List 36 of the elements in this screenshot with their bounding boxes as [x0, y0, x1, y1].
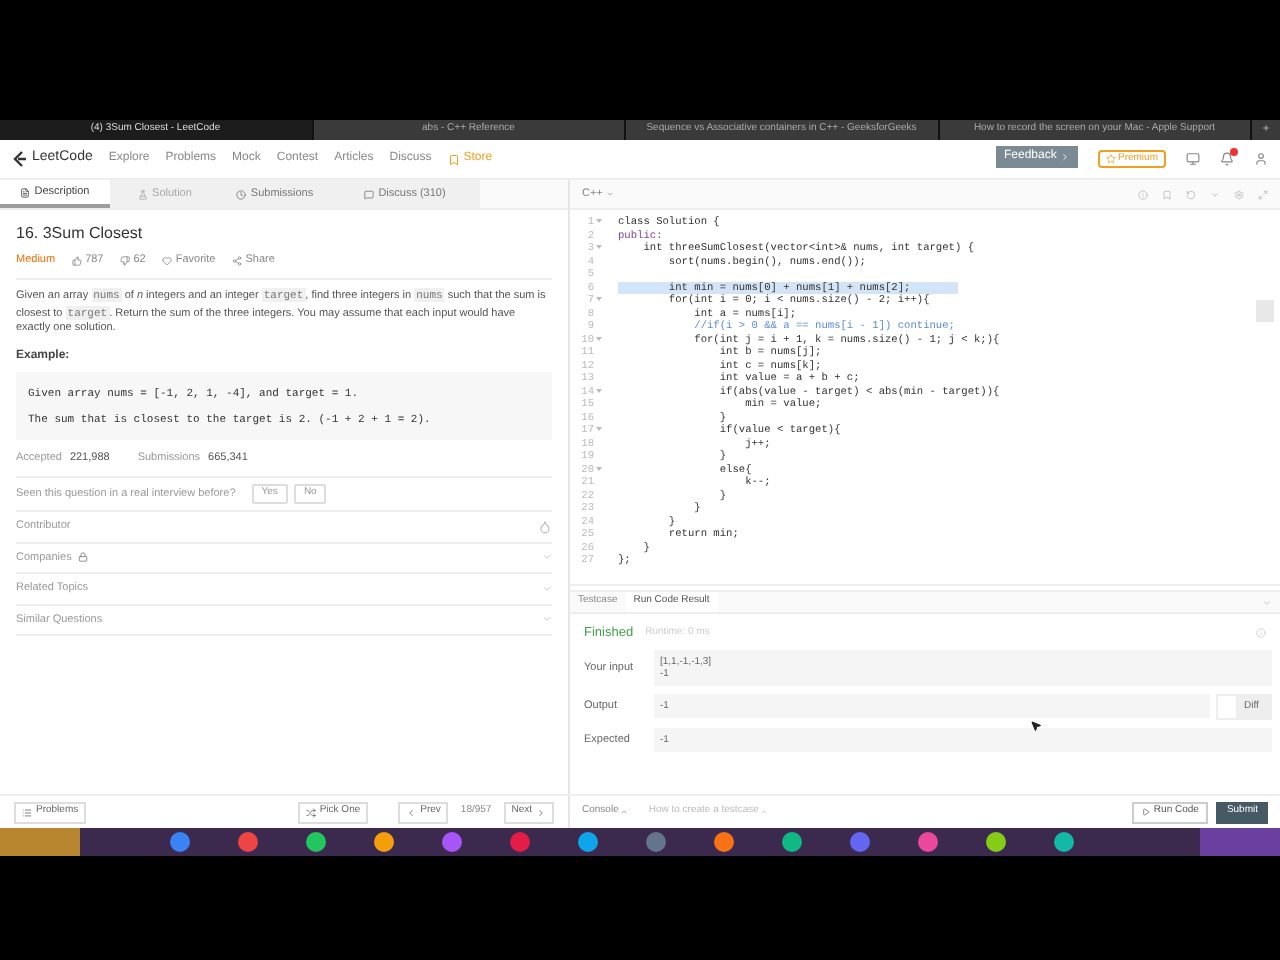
user-icon[interactable]: [1254, 152, 1268, 166]
bookmark-icon[interactable]: [1162, 189, 1172, 199]
document-icon: [20, 187, 31, 197]
lock-icon: [77, 552, 88, 563]
chevron-icon: [1060, 152, 1071, 162]
flask-icon: [138, 189, 149, 199]
info-icon: [1256, 628, 1266, 639]
chevron-icon: [542, 583, 552, 594]
problem-title: 16. 3Sum Closest: [16, 222, 145, 246]
shuffle-icon: [305, 807, 316, 817]
thumbs-down-icon: [119, 255, 130, 266]
info-icon[interactable]: [1138, 189, 1148, 199]
logo-icon: [12, 150, 28, 168]
chevron-icon[interactable]: [1210, 189, 1220, 199]
clock-icon: [236, 189, 247, 199]
star-icon: [1105, 154, 1116, 164]
screen-icon[interactable]: [1186, 152, 1200, 166]
reset-icon[interactable]: [1186, 189, 1196, 199]
list-icon: [22, 807, 32, 817]
cursor-icon: [1030, 720, 1042, 732]
share-icon: [231, 255, 242, 266]
chat-icon: [364, 189, 375, 199]
notification-icon[interactable]: [1220, 152, 1234, 166]
chevron-icon: [542, 614, 552, 625]
settings-icon[interactable]: [1234, 189, 1244, 199]
chevron-icon[interactable]: [1262, 597, 1272, 607]
fullscreen-icon[interactable]: [1258, 189, 1268, 199]
store-icon: [447, 153, 460, 165]
drop-icon: [538, 519, 552, 534]
play-icon: [1141, 808, 1150, 816]
chevron-left-icon: [406, 807, 417, 817]
notification-badge-icon: [1230, 148, 1238, 156]
heart-icon: [161, 255, 172, 266]
chevron-right-icon: [536, 807, 546, 817]
chevron-icon: [542, 552, 552, 563]
thumbs-up-icon: [71, 255, 82, 266]
